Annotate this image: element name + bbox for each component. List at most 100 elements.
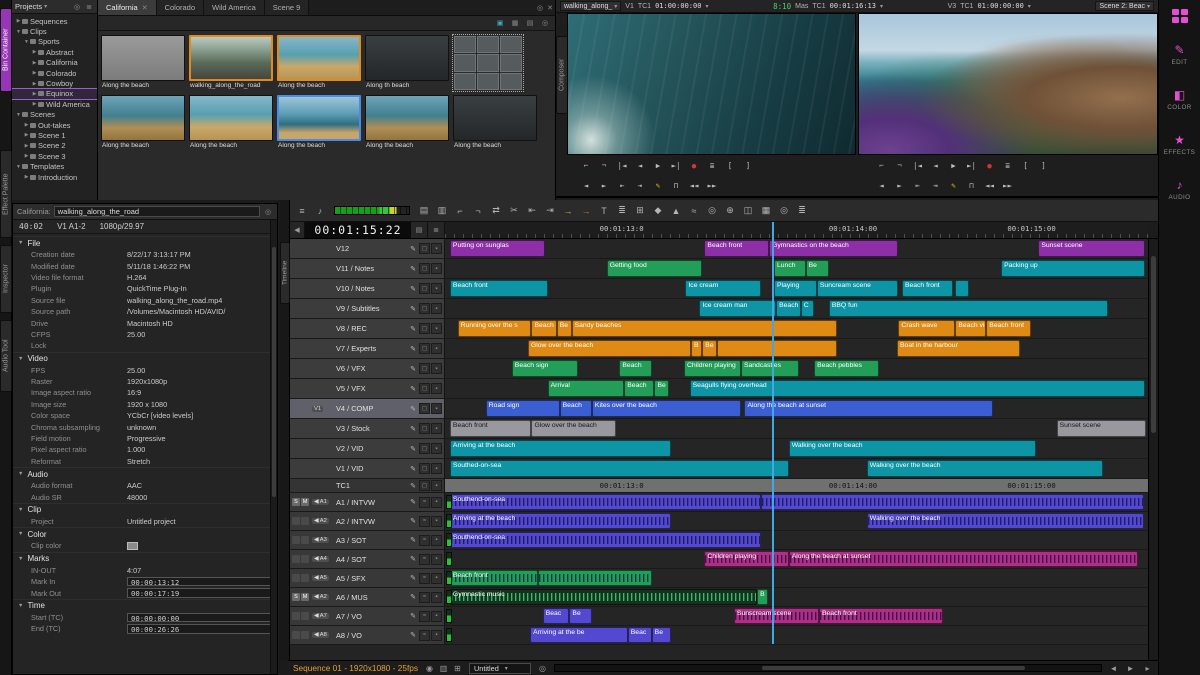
workspace-color[interactable]: ◧COLOR <box>1159 88 1200 111</box>
track-header-a2[interactable]: ◀ A2A2 / INTVW✎≈▪ <box>290 512 445 530</box>
track-header-tc1[interactable]: TC1✎◻▪ <box>290 479 445 492</box>
record-toggle[interactable]: ▪ <box>431 383 442 394</box>
monitor-toggle[interactable]: ◻ <box>419 463 430 474</box>
record-toggle[interactable]: ▪ <box>431 611 442 622</box>
disclosure-icon[interactable]: ▼ <box>18 531 23 537</box>
timeline-clip[interactable]: Beach <box>619 360 651 377</box>
close-icon[interactable]: ✕ <box>545 4 555 12</box>
track-header-v10[interactable]: V10 / Notes✎◻▪ <box>290 279 445 298</box>
chevron-down-icon[interactable]: ▾ <box>705 3 708 10</box>
tree-item-sports[interactable]: ▼Sports <box>12 37 97 47</box>
search-icon[interactable]: ◎ <box>537 664 548 673</box>
timeline-clip[interactable]: Sunset scene <box>1038 240 1145 257</box>
track-patch[interactable]: ◀ A2 <box>312 518 336 524</box>
waveform-toggle[interactable]: ≈ <box>419 554 430 565</box>
grid-toggle-icon[interactable]: ⊞ <box>452 664 463 673</box>
timeline-clip[interactable]: Southed-on-sea <box>450 460 789 477</box>
timeline-dock-tab[interactable]: Timeline <box>280 242 290 304</box>
timeline-clip[interactable]: Along the beach at sunset <box>789 551 1138 567</box>
clip-thumbnail[interactable]: Along the beach <box>277 35 361 91</box>
transport-button[interactable]: ► <box>597 179 611 192</box>
monitor-toggle[interactable]: ◻ <box>419 423 430 434</box>
mute-button[interactable] <box>301 555 309 563</box>
transport-button[interactable]: ¬ <box>893 159 907 172</box>
transport-button[interactable]: ] <box>741 159 755 172</box>
waveform-icon[interactable]: ≈ <box>686 203 702 219</box>
clip-color-swatch[interactable] <box>127 542 138 550</box>
transport-button[interactable]: ⌐ <box>875 159 889 172</box>
tree-item-scene-3[interactable]: ▶Scene 3 <box>12 151 97 161</box>
pencil-icon[interactable]: ✎ <box>408 385 418 393</box>
track-header-v8[interactable]: V8 / REC✎◻▪ <box>290 319 445 338</box>
mark-in-icon[interactable]: ⌐ <box>452 203 468 219</box>
solo-button[interactable]: S <box>292 498 300 506</box>
transport-button[interactable]: ⊓ <box>669 179 683 192</box>
inspector-section-video[interactable]: ▼Video <box>13 352 277 365</box>
find-icon[interactable]: ◎ <box>776 203 792 219</box>
clip-thumbnail[interactable]: walking_along_the_road <box>189 35 273 91</box>
timeline-clip[interactable]: Southend-on-sea <box>450 532 761 548</box>
transport-button[interactable]: ◄◄ <box>983 179 997 192</box>
text-tool-icon[interactable]: T <box>596 203 612 219</box>
track-lane-v8[interactable]: Running over the sBeachBeSandy beachesCr… <box>445 319 1148 338</box>
track-patch[interactable]: ◀ A8 <box>312 632 336 638</box>
track-lane-a1[interactable]: Southend-on-sea <box>445 493 1148 511</box>
expand-icon[interactable]: ▸ <box>1142 664 1153 673</box>
record-toggle[interactable]: ▪ <box>431 263 442 274</box>
transport-button[interactable]: ⇥ <box>929 179 943 192</box>
disclosure-icon[interactable]: ▼ <box>15 112 22 118</box>
mute-button[interactable] <box>301 517 309 525</box>
solo-button[interactable]: S <box>292 593 300 601</box>
record-toggle[interactable]: ▪ <box>431 243 442 254</box>
tree-item-introduction[interactable]: ▶Introduction <box>12 172 97 182</box>
track-header-a7[interactable]: ◀ A7A7 / VO✎≈▪ <box>290 607 445 625</box>
pencil-icon[interactable]: ✎ <box>408 265 418 273</box>
video-quality-icon[interactable]: ▦ <box>758 203 774 219</box>
transport-button[interactable]: ◄ <box>579 179 593 192</box>
disclosure-icon[interactable]: ▶ <box>23 153 30 159</box>
tree-item-wild-america[interactable]: ▶Wild America <box>12 99 97 109</box>
settings-icon[interactable]: ≣ <box>794 203 810 219</box>
transport-button[interactable]: |◄ <box>911 159 925 172</box>
timeline-clip[interactable]: Suncream scene <box>817 280 899 297</box>
timeline-clip[interactable]: Be <box>654 380 669 397</box>
pencil-icon[interactable]: ✎ <box>408 405 418 413</box>
disclosure-icon[interactable]: ▶ <box>23 132 30 138</box>
monitor-toggle[interactable]: ◻ <box>419 263 430 274</box>
timeline-clip[interactable]: Gymnastics on the beach <box>769 240 898 257</box>
disclosure-icon[interactable]: ▼ <box>23 39 30 45</box>
track-header-a3[interactable]: ◀ A3A3 / SOT✎≈▪ <box>290 531 445 549</box>
track-lane-v10[interactable]: Beach frontIce creamPlayingSuncream scen… <box>445 279 1148 298</box>
transport-button[interactable]: ✎ <box>947 179 961 192</box>
dock-tab-bin-container[interactable]: Bin Container <box>0 8 12 92</box>
grid-view-icon[interactable]: ▦ <box>510 19 520 27</box>
transport-button[interactable]: |◄ <box>615 159 629 172</box>
disclosure-icon[interactable]: ▼ <box>18 556 23 562</box>
pencil-icon[interactable]: ✎ <box>408 425 418 433</box>
track-header-v9[interactable]: V9 / Subtitles✎◻▪ <box>290 299 445 318</box>
mute-button[interactable] <box>301 574 309 582</box>
monitor-toggle[interactable]: ◻ <box>419 343 430 354</box>
track-header-v11[interactable]: V11 / Notes✎◻▪ <box>290 259 445 278</box>
transport-button[interactable]: ⊓ <box>965 179 979 192</box>
timeline-clip[interactable]: Arrival <box>548 380 625 397</box>
timeline-clip[interactable]: Beach front <box>902 280 953 297</box>
tree-item-abstract[interactable]: ▶Abstract <box>12 47 97 57</box>
pencil-icon[interactable]: ✎ <box>408 245 418 253</box>
timeline-clip[interactable]: Playing <box>774 280 817 297</box>
record-toggle[interactable]: ▪ <box>431 363 442 374</box>
track-view-icon[interactable]: ▥ <box>438 664 449 673</box>
segment-overwrite-icon[interactable]: → <box>578 203 594 219</box>
record-toggle[interactable]: ▪ <box>431 403 442 414</box>
pencil-icon[interactable]: ✎ <box>408 612 418 620</box>
waveform-toggle[interactable]: ≈ <box>419 611 430 622</box>
timeline-clip[interactable]: B <box>757 589 768 605</box>
solo-button[interactable] <box>292 536 300 544</box>
track-patch[interactable]: ◀ A7 <box>312 613 336 619</box>
waveform-toggle[interactable]: ≈ <box>419 516 430 527</box>
timeline-clip[interactable]: Beach front <box>704 240 769 257</box>
transport-button[interactable]: ► <box>893 179 907 192</box>
mute-button[interactable]: M <box>301 498 309 506</box>
disclosure-icon[interactable]: ▶ <box>31 70 38 76</box>
timeline-clip[interactable]: Packing up <box>1001 260 1145 277</box>
